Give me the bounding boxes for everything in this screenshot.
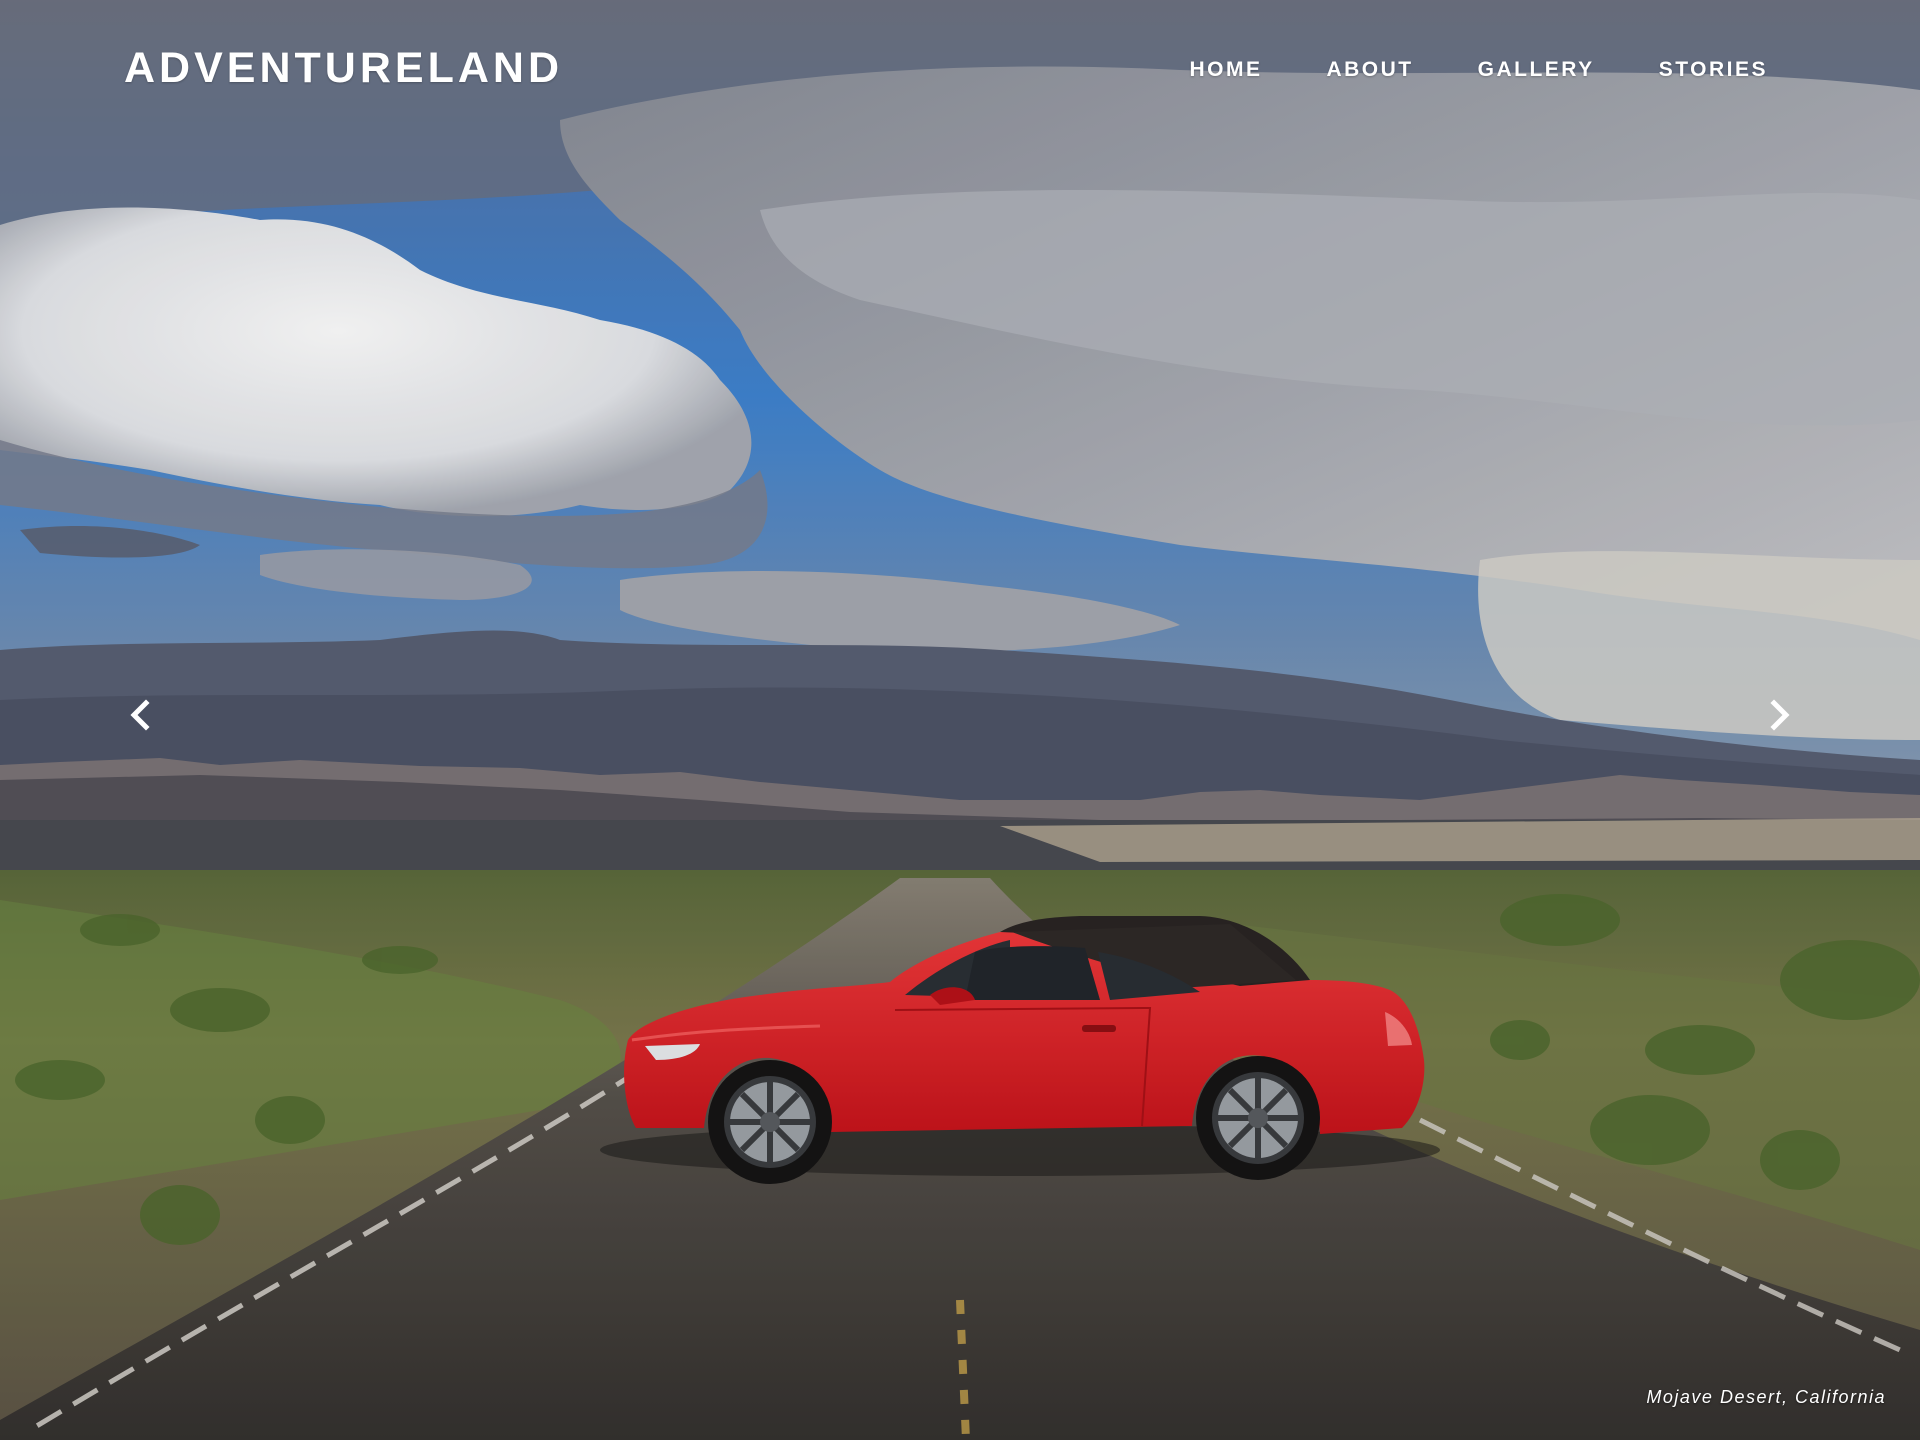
site-logo[interactable]: ADVENTURELAND: [124, 44, 563, 92]
nav-link-stories[interactable]: STORIES: [1659, 56, 1768, 84]
chevron-right-icon: [1770, 699, 1790, 731]
main-nav: HOME ABOUT GALLERY STORIES: [1189, 56, 1768, 84]
hero-background-photo: [0, 0, 1920, 1440]
chevron-left-icon: [130, 699, 150, 731]
nav-link-about[interactable]: ABOUT: [1326, 56, 1413, 84]
nav-link-home[interactable]: HOME: [1189, 56, 1262, 84]
slider-next-button[interactable]: [1760, 693, 1800, 737]
slider-prev-button[interactable]: [120, 693, 160, 737]
photo-caption: Mojave Desert, California: [1646, 1387, 1886, 1407]
hero-slider: ADVENTURELAND HOME ABOUT GALLERY STORIES…: [0, 0, 1920, 1440]
site-header: ADVENTURELAND HOME ABOUT GALLERY STORIES: [0, 0, 1920, 140]
nav-link-gallery[interactable]: GALLERY: [1478, 56, 1595, 84]
